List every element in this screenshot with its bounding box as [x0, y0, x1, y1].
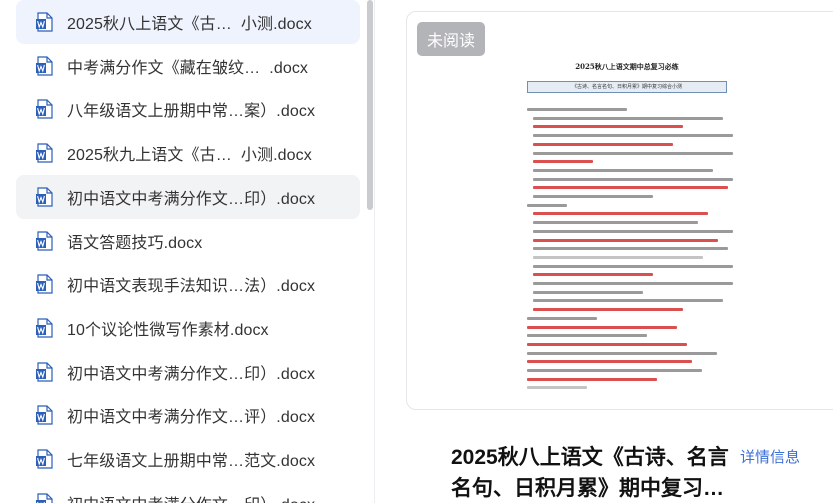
- thumbnail-line: [533, 221, 698, 225]
- word-document-icon: [36, 56, 53, 76]
- thumbnail-subtitle: 《古诗、名言名句、日积月累》期中复习综合小测: [527, 81, 727, 93]
- thumbnail-line: [533, 299, 723, 303]
- thumbnail-title: 2025秋八上语文期中总复习必练: [575, 62, 679, 71]
- word-document-icon: [36, 143, 53, 163]
- document-preview-card[interactable]: 未阅读 2025秋八上语文期中总复习必练 《古诗、名言名句、日积月累》期中复习综…: [406, 11, 833, 410]
- file-list-item[interactable]: 初中语文中考满分作文…印）.docx: [16, 174, 360, 219]
- thumbnail-line: [527, 342, 687, 346]
- word-document-icon: [36, 99, 53, 119]
- thumbnail-line: [533, 290, 643, 294]
- file-list-item[interactable]: 中考满分作文《藏在皱纹… .docx: [16, 44, 360, 88]
- thumbnail-line: [533, 273, 653, 277]
- thumbnail-line: [527, 325, 677, 329]
- file-name: 七年级语文上册期中常…范文.docx: [67, 453, 316, 470]
- thumbnail-line: [533, 116, 723, 120]
- preview-panel: 未阅读 2025秋八上语文期中总复习必练 《古诗、名言名句、日积月累》期中复习综…: [374, 0, 833, 503]
- thumbnail-line: [533, 308, 683, 312]
- file-list-item[interactable]: 初中语文中考满分作文…印）.docx: [16, 481, 360, 503]
- thumbnail-line: [527, 377, 657, 381]
- file-name: 初中语文中考满分作文…印）.docx: [67, 491, 315, 503]
- file-name: 语文答题技巧.docx: [67, 234, 203, 252]
- thumbnail-line: [533, 282, 733, 285]
- file-name: 10个议论性微写作素材.docx: [67, 321, 269, 339]
- document-title: 2025秋八上语文《古诗、名言名句、日积月累》期中复习…: [451, 446, 729, 500]
- file-name: 中考满分作文《藏在皱纹… .docx: [67, 59, 309, 77]
- file-list-item[interactable]: 2025秋八上语文《古… 小测.docx: [16, 0, 360, 44]
- file-list-item[interactable]: 七年级语文上册期中常…范文.docx: [16, 437, 360, 481]
- thumbnail-line: [533, 168, 713, 172]
- file-list-item[interactable]: 10个议论性微写作素材.docx: [16, 306, 360, 350]
- file-name: 初中语文中考满分作文…印）.docx: [67, 365, 316, 383]
- word-document-icon: [36, 12, 53, 32]
- word-document-icon: [36, 493, 53, 503]
- thumbnail-line: [533, 142, 673, 146]
- file-list-item[interactable]: 语文答题技巧.docx: [16, 219, 360, 263]
- thumbnail-line: [533, 186, 728, 190]
- file-name: 2025秋八上语文《古… 小测.docx: [67, 16, 312, 33]
- file-list-item[interactable]: 初中语文中考满分作文…印）.docx: [16, 350, 360, 394]
- file-name: 初中语文中考满分作文…评）.docx: [67, 409, 316, 427]
- thumbnail-line: [533, 229, 733, 233]
- thumbnail-line: [527, 316, 597, 320]
- thumbnail-line: [527, 203, 567, 207]
- thumbnail-line: [527, 360, 692, 364]
- thumbnail-line: [527, 386, 587, 390]
- thumbnail-line: [527, 369, 702, 372]
- thumbnail-line: [533, 212, 708, 216]
- unread-badge: 未阅读: [417, 22, 486, 56]
- file-name: 初中语文中考满分作文…印）.docx: [67, 190, 316, 208]
- word-document-icon: [36, 449, 53, 469]
- thumbnail-line: [527, 334, 647, 338]
- file-list: 2025秋八上语文《古… 小测.docx 中考满分作文《藏在皱纹… .docx 八年…: [0, 0, 366, 503]
- thumbnail-line: [533, 160, 593, 164]
- word-document-icon: [36, 230, 53, 251]
- thumbnail-line: [533, 125, 683, 129]
- word-document-icon: [36, 187, 53, 207]
- thumbnail-line: [533, 195, 653, 198]
- scroll-thumb[interactable]: [367, 0, 373, 210]
- file-name: 初中语文表现手法知识…法）.docx: [67, 278, 316, 296]
- thumbnail-line: [533, 134, 733, 138]
- file-list-item[interactable]: 2025秋九上语文《古… 小测.docx: [16, 131, 360, 175]
- file-list-item[interactable]: 初中语文表现手法知识…法）.docx: [16, 262, 360, 306]
- thumbnail-line: [533, 264, 733, 268]
- word-document-icon: [36, 361, 53, 382]
- thumbnail-line: [533, 177, 733, 181]
- details-link[interactable]: 详情信息: [740, 446, 800, 467]
- thumbnail-line: [533, 238, 718, 242]
- thumbnail-line: [533, 247, 728, 251]
- document-thumbnail: 2025秋八上语文期中总复习必练 《古诗、名言名句、日积月累》期中复习综合小测: [509, 36, 745, 396]
- thumbnail-line: [533, 151, 733, 155]
- file-name: 八年级语文上册期中常…案）.docx: [67, 103, 316, 121]
- word-document-icon: [36, 274, 53, 294]
- scrollbar[interactable]: [366, 0, 374, 503]
- word-document-icon: [36, 318, 53, 338]
- file-list-item[interactable]: 八年级语文上册期中常…案）.docx: [16, 87, 360, 131]
- thumbnail-line: [533, 255, 703, 259]
- thumbnail-line: [527, 351, 717, 355]
- thumbnail-line: [527, 108, 627, 111]
- word-document-icon: [36, 405, 53, 425]
- file-list-item[interactable]: 初中语文中考满分作文…评）.docx: [16, 393, 360, 437]
- file-name: 2025秋九上语文《古… 小测.docx: [67, 147, 312, 165]
